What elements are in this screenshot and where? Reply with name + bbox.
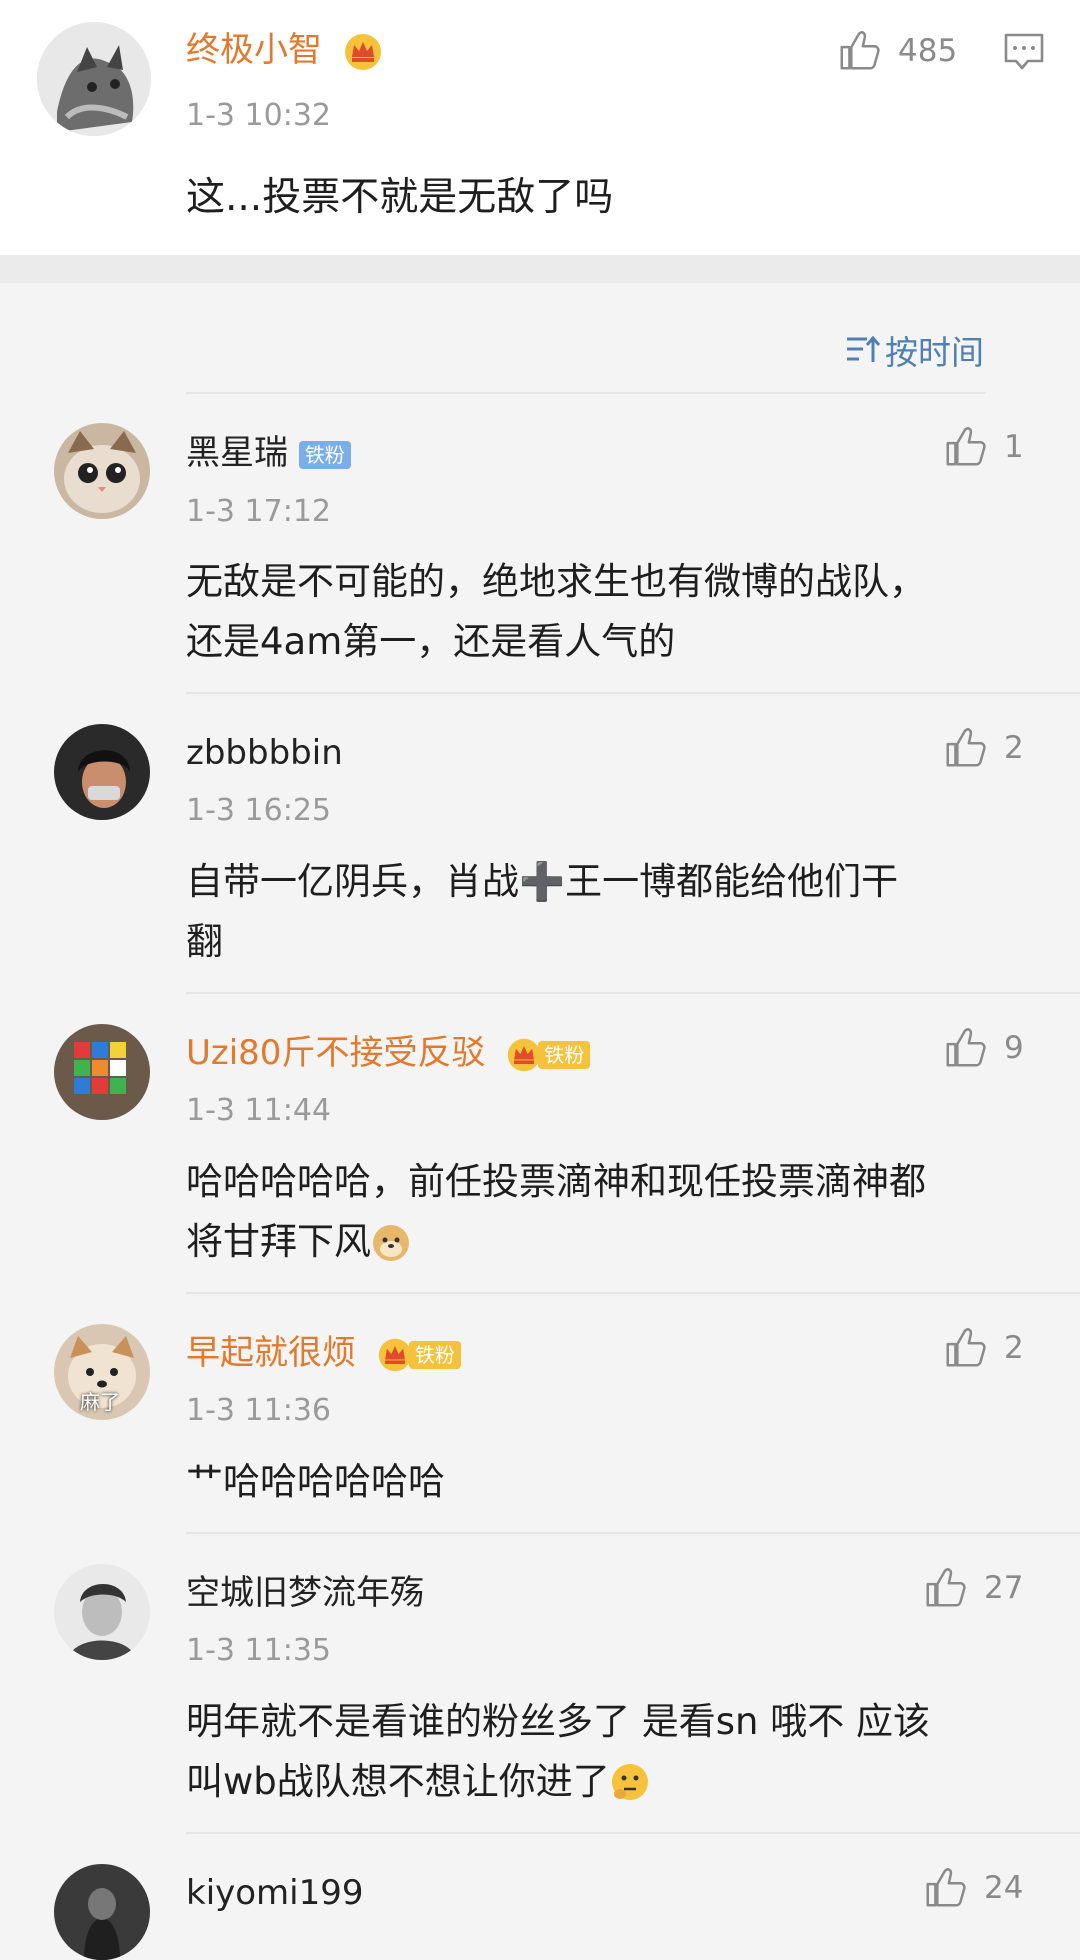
doge-emoji-icon (373, 1225, 409, 1261)
avatar[interactable] (54, 724, 150, 820)
avatar[interactable]: 麻了 (54, 1324, 150, 1420)
reply-timestamp: 1-3 11:36 (186, 1393, 331, 1428)
reply-timestamp: 1-3 11:44 (186, 1093, 331, 1128)
reply-username[interactable]: 黑星瑞 铁粉 (186, 433, 351, 473)
like-count: 27 (984, 1570, 1024, 1606)
like-button[interactable]: 1 (942, 424, 1024, 470)
person-avatar-image (54, 1864, 150, 1960)
like-button[interactable]: 27 (922, 1565, 1023, 1611)
like-count: 1 (1004, 429, 1024, 465)
text-span: 将甘拜下风 (186, 1220, 371, 1263)
like-button[interactable]: 24 (922, 1865, 1023, 1911)
thumbs-up-icon (942, 1325, 988, 1371)
like-count: 2 (1004, 1330, 1024, 1366)
main-username[interactable]: 终极小智 (186, 30, 383, 72)
divider (186, 1532, 1080, 1534)
reply-username[interactable]: Uzi80斤不接受反驳 铁粉 (186, 1033, 591, 1073)
reply-username[interactable]: kiyomi199 (186, 1873, 364, 1913)
iron-fan-badge: 铁粉 (538, 1040, 591, 1069)
divider (186, 692, 1080, 694)
text-line: 还是4am第一，还是看人气的 (186, 620, 676, 663)
avatar[interactable] (54, 1024, 150, 1120)
like-count: 485 (898, 33, 958, 69)
iron-fan-badge: 铁粉 (408, 1340, 461, 1369)
main-comment-text: 这...投票不就是无敌了吗 (186, 175, 614, 220)
reply-text: 哈哈哈哈哈，前任投票滴神和现任投票滴神都 将甘拜下风 (186, 1152, 926, 1272)
person-avatar-image (54, 724, 150, 820)
like-count: 2 (1004, 730, 1024, 766)
username-text[interactable]: 终极小智 (186, 30, 322, 70)
thinking-emoji-icon (611, 1764, 648, 1800)
section-separator (0, 255, 1080, 283)
crown-icon (343, 32, 383, 72)
thumbs-up-icon (942, 725, 988, 771)
reply-username[interactable]: zbbbbbin (186, 733, 343, 773)
text-line: 哈哈哈哈哈，前任投票滴神和现任投票滴神都 (186, 1160, 926, 1203)
thumbs-up-icon (836, 28, 882, 74)
text-line: 翻 (186, 920, 223, 963)
thumbs-up-icon (922, 1865, 968, 1911)
like-button[interactable]: 2 (942, 1325, 1024, 1371)
cat-avatar-image (54, 423, 150, 519)
main-timestamp: 1-3 10:32 (186, 98, 331, 133)
avatar-caption: 麻了 (80, 1390, 120, 1414)
text-line: 艹哈哈哈哈哈哈 (186, 1460, 445, 1503)
reply-text: 艹哈哈哈哈哈哈 (186, 1452, 445, 1512)
sort-icon (847, 335, 881, 362)
username-text[interactable]: 早起就很烦 (186, 1333, 356, 1373)
sort-label: 按时间 (885, 333, 984, 372)
comment-icon (1004, 33, 1044, 70)
text-line: 叫wb战队想不想让你进了 (186, 1752, 930, 1812)
iron-fan-badge: 铁粉 (298, 440, 351, 469)
like-count: 24 (984, 1870, 1024, 1906)
reply-username[interactable]: 空城旧梦流年殇 (186, 1573, 424, 1613)
avatar[interactable] (54, 1864, 150, 1960)
avatar[interactable] (37, 22, 151, 136)
main-like-button[interactable]: 485 (836, 28, 957, 74)
thumbs-up-icon (942, 424, 988, 470)
like-count: 9 (1004, 1030, 1024, 1066)
divider (186, 1832, 1080, 1834)
thumbs-up-icon (922, 1565, 968, 1611)
like-button[interactable]: 2 (942, 725, 1024, 771)
sort-by-time-button[interactable]: 按时间 (845, 326, 984, 374)
reply-timestamp: 1-3 16:25 (186, 793, 331, 828)
avatar[interactable] (54, 423, 150, 519)
reply-timestamp: 1-3 11:35 (186, 1633, 331, 1668)
text-span: 叫wb战队想不想让你进了 (186, 1760, 610, 1803)
reply-timestamp: 1-3 17:12 (186, 494, 331, 529)
text-line: 无敌是不可能的，绝地求生也有微博的战队， (186, 560, 926, 603)
like-button[interactable]: 9 (942, 1025, 1024, 1071)
text-line: 明年就不是看谁的粉丝多了 是看sn 哦不 应该 (186, 1700, 931, 1743)
text-line: 将甘拜下风 (186, 1212, 926, 1272)
crown-icon (377, 1337, 413, 1373)
username-text[interactable]: Uzi80斤不接受反驳 (186, 1033, 485, 1073)
reply-button[interactable] (1003, 32, 1045, 76)
crown-icon (506, 1037, 542, 1073)
reply-text: 无敌是不可能的，绝地求生也有微博的战队， 还是4am第一，还是看人气的 (186, 552, 926, 672)
divider (186, 1292, 1080, 1294)
thumbs-up-icon (942, 1025, 988, 1071)
avatar[interactable] (54, 1564, 150, 1660)
text-line: 自带一亿阴兵，肖战➕王一博都能给他们干 (186, 860, 899, 903)
person-avatar-image (54, 1564, 150, 1660)
reply-text: 自带一亿阴兵，肖战➕王一博都能给他们干 翻 (186, 852, 898, 972)
divider (186, 392, 986, 394)
main-comment: 终极小智 1-3 10:32 这...投票不就是无敌了吗 485 (0, 0, 1080, 255)
reply-username[interactable]: 早起就很烦 铁粉 (186, 1333, 461, 1373)
reply-text: 明年就不是看谁的粉丝多了 是看sn 哦不 应该 叫wb战队想不想让你进了 (186, 1692, 930, 1812)
username-text[interactable]: 黑星瑞 (186, 433, 288, 473)
divider (186, 992, 1080, 994)
cat-avatar-image (37, 22, 151, 136)
rubiks-cube-avatar-image (54, 1024, 150, 1120)
